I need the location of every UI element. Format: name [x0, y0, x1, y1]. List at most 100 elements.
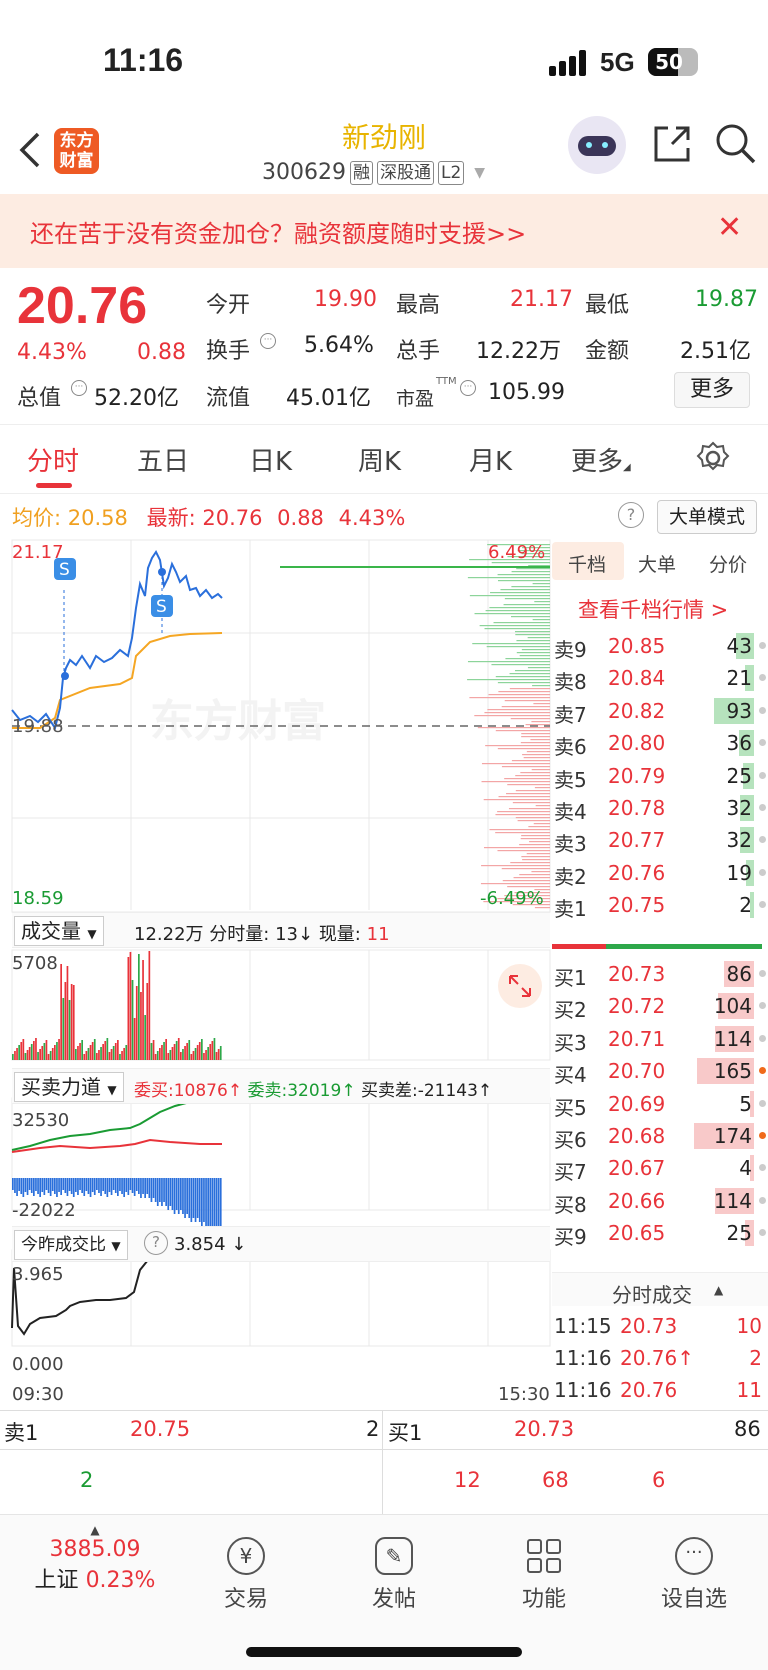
- bid-force-label: 委买:: [134, 1081, 174, 1101]
- expand-button[interactable]: [498, 964, 542, 1008]
- trade-row: 11:16 20.76↑ 2: [552, 1340, 768, 1374]
- help-icon[interactable]: ?: [144, 1231, 168, 1255]
- bid-row[interactable]: 买6 20.68 174: [552, 1118, 768, 1152]
- bid-row[interactable]: 买4 20.70 165: [552, 1053, 768, 1087]
- tab-more[interactable]: 更多◢: [571, 441, 631, 478]
- bid-label: 买2: [554, 998, 587, 1023]
- tab-trade[interactable]: ¥ 交易: [196, 1537, 296, 1613]
- top-nav: 东方 财富 新劲刚 300629 融 深股通 L2 ▼: [0, 110, 768, 194]
- svg-text:S: S: [156, 597, 167, 617]
- bid-row[interactable]: 买9 20.65 25: [552, 1215, 768, 1249]
- trades-header[interactable]: 分时成交 ▲: [552, 1272, 768, 1307]
- ask-row[interactable]: 卖8 20.84 21: [552, 660, 768, 694]
- ask-row[interactable]: 卖5 20.79 25: [552, 758, 768, 792]
- info-icon[interactable]: ···: [260, 333, 276, 349]
- info-icon[interactable]: ···: [71, 380, 87, 396]
- stock-code: 300629: [262, 160, 346, 185]
- tab-price-dist[interactable]: 分价: [709, 550, 747, 577]
- volume-label: 总手: [396, 339, 441, 364]
- order-dot-icon: [759, 1132, 766, 1139]
- bid-row[interactable]: 买1 20.73 86: [552, 956, 768, 990]
- ask-row[interactable]: 卖9 20.85 43: [552, 628, 768, 662]
- depth-ratio-red: [552, 944, 606, 949]
- latest-label: 最新:: [146, 506, 196, 530]
- order-dot-icon: [759, 836, 766, 844]
- tab-post[interactable]: ✎ 发帖: [344, 1537, 444, 1613]
- ask-row[interactable]: 卖6 20.80 36: [552, 725, 768, 759]
- tab-big-order[interactable]: 大单: [638, 550, 676, 577]
- bid-row[interactable]: 买5 20.69 5: [552, 1086, 768, 1120]
- chevron-down-icon: ▼: [474, 164, 486, 181]
- ask-row[interactable]: 卖1 20.75 2: [552, 887, 768, 921]
- bid-vol: 174: [713, 1124, 752, 1148]
- force-header: 买卖力道 ▼ 委买:10876↑ 委卖:32019↑ 买卖差:-21143↑: [12, 1068, 550, 1104]
- trade-time: 11:16: [554, 1378, 612, 1402]
- bid-vol: 86: [726, 962, 752, 986]
- bid-vol: 104: [713, 994, 752, 1019]
- ask-row[interactable]: 卖4 20.78 32: [552, 790, 768, 824]
- cur-vol-label: 现量:: [318, 924, 361, 945]
- tab-watchlist[interactable]: ··· 设自选: [644, 1537, 744, 1613]
- bid-price: 20.73: [608, 962, 666, 986]
- latest-pct: 4.43%: [338, 506, 406, 530]
- more-button[interactable]: 更多: [674, 372, 750, 408]
- ratio-value: 3.854: [174, 1234, 226, 1255]
- mktcap-value: 52.20亿: [94, 386, 179, 411]
- promo-banner[interactable]: 还在苦于没有资金加仓？融资额度随时支援>> ✕: [0, 194, 768, 268]
- high-value: 21.17: [510, 287, 573, 312]
- bid-row[interactable]: 买8 20.66 114: [552, 1183, 768, 1217]
- ask-row[interactable]: 卖7 20.82 93: [552, 693, 768, 727]
- time-end-label: 15:30: [498, 1384, 550, 1405]
- ask-label: 卖4: [554, 800, 587, 824]
- bid-row[interactable]: 买2 20.72 104: [552, 988, 768, 1022]
- ask-price: 20.75: [608, 893, 666, 918]
- amount-value: 2.51亿: [680, 339, 751, 364]
- grid-icon: [525, 1537, 563, 1575]
- ask-label: 卖3: [554, 832, 587, 857]
- min-vol-value: 13: [275, 924, 298, 945]
- tab-five-day[interactable]: 五日: [137, 441, 189, 478]
- pe-value: 105.99: [488, 380, 565, 405]
- tab-monthly-k[interactable]: 月K: [469, 441, 512, 478]
- share-icon[interactable]: [652, 124, 692, 164]
- ask-vol: 43: [726, 634, 752, 658]
- bid-label: 买3: [554, 1030, 587, 1055]
- force-dropdown[interactable]: 买卖力道 ▼: [14, 1072, 124, 1102]
- signal-icon: [549, 50, 589, 76]
- search-icon[interactable]: [714, 122, 758, 166]
- pe-label: 市盈: [396, 388, 435, 410]
- ratio-dropdown[interactable]: 今昨成交比 ▼: [14, 1230, 128, 1260]
- bid-price: 20.69: [608, 1091, 666, 1116]
- tab-daily-k[interactable]: 日K: [249, 441, 292, 478]
- ask-force-label: 委卖:: [247, 1081, 288, 1101]
- depth-link[interactable]: 查看千档行情 >: [578, 594, 728, 624]
- ask-row[interactable]: 卖3 20.77 32: [552, 822, 768, 856]
- sell-marker-icon[interactable]: S: [151, 595, 173, 617]
- order-dot-icon: [759, 1229, 766, 1237]
- big-order-mode-button[interactable]: 大单模式: [657, 500, 757, 534]
- volume-dropdown[interactable]: 成交量 ▼: [14, 916, 104, 946]
- volume-header: 成交量 ▼ 12.22万 分时量: 13↓ 现量: 11: [12, 912, 550, 948]
- tab-weekly-k[interactable]: 周K: [358, 441, 401, 478]
- help-icon[interactable]: ?: [618, 502, 644, 528]
- min-vol-label: 分时量:: [209, 924, 270, 945]
- tag-margin: 融: [349, 160, 373, 185]
- info-icon[interactable]: ···: [460, 380, 476, 396]
- gear-icon[interactable]: [696, 441, 730, 475]
- ask-label: 卖9: [554, 638, 587, 662]
- stock-subtitle[interactable]: 300629 融 深股通 L2 ▼: [262, 160, 485, 185]
- ask-vol: 32: [726, 828, 752, 853]
- bid-row[interactable]: 买3 20.71 114: [552, 1021, 768, 1055]
- bid-label: 买6: [554, 1128, 587, 1152]
- tab-functions[interactable]: 功能: [494, 1537, 594, 1613]
- close-icon[interactable]: ✕: [717, 210, 742, 245]
- ask-row[interactable]: 卖2 20.76 19: [552, 855, 768, 889]
- bid-row[interactable]: 买7 20.67 4: [552, 1150, 768, 1184]
- index-ticker[interactable]: ▲ 3885.09 上证 0.23%: [0, 1523, 190, 1594]
- bid-label: 买1: [554, 966, 587, 990]
- tab-intraday[interactable]: 分时: [27, 441, 79, 478]
- float-label: 流值: [206, 386, 251, 411]
- robot-avatar-icon[interactable]: [568, 116, 626, 174]
- float-value: 45.01亿: [286, 386, 371, 411]
- tab-depth[interactable]: 千档: [568, 550, 606, 577]
